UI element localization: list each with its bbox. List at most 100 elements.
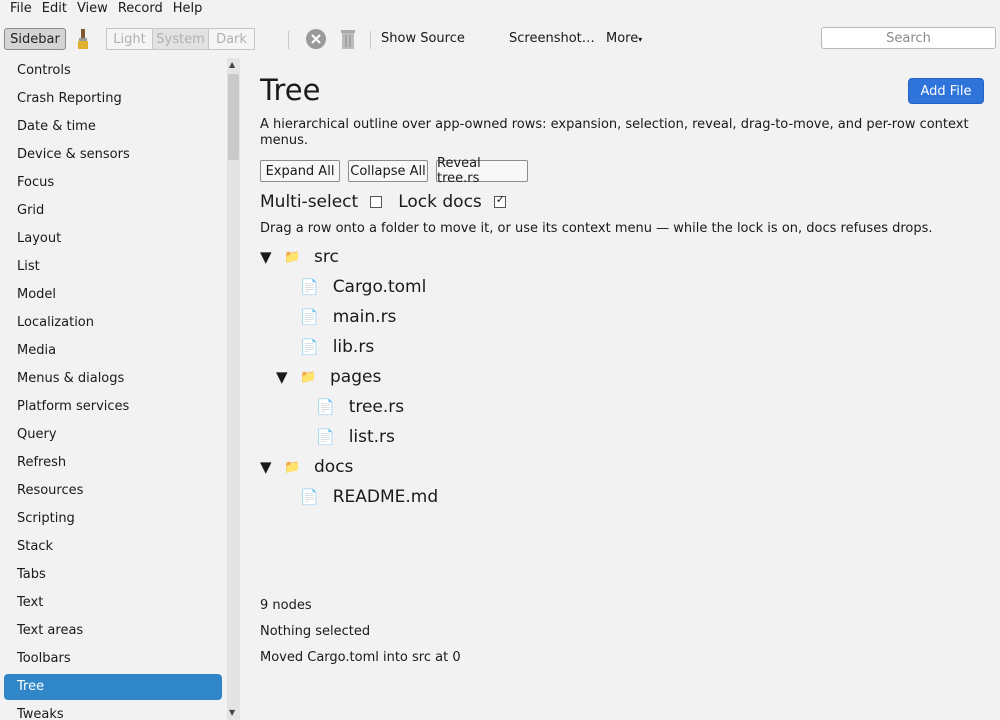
sidebar-item-controls[interactable]: Controls <box>4 58 222 84</box>
sidebar-item-platform-services[interactable]: Platform services <box>4 394 222 420</box>
sidebar-item-text[interactable]: Text <box>4 590 222 616</box>
multi-select-checkbox[interactable] <box>370 196 383 208</box>
sidebar-item-query[interactable]: Query <box>4 422 222 448</box>
selection-status: Nothing selected <box>260 624 371 639</box>
tree-row-label: Cargo.toml <box>332 277 427 297</box>
folder-icon: 📁 <box>284 249 301 265</box>
sidebar-item-text-areas[interactable]: Text areas <box>4 618 222 644</box>
tree-row-cargo-toml[interactable]: 📄 Cargo.toml <box>300 272 426 302</box>
toolbar-divider <box>370 31 371 49</box>
screenshot-button[interactable]: Screenshot… <box>509 30 595 48</box>
tree-row-readme-md[interactable]: 📄 README.md <box>300 482 438 512</box>
reveal-button[interactable]: Reveal tree.rs <box>436 156 528 186</box>
stop-button[interactable] <box>303 28 329 50</box>
tree-row-list-rs[interactable]: 📄 list.rs <box>316 422 395 452</box>
menu-file[interactable]: File <box>0 0 37 18</box>
tree-row-label: main.rs <box>332 307 397 327</box>
file-icon: 📄 <box>300 308 319 326</box>
tree-row-label: lib.rs <box>332 337 375 357</box>
collapse-all-button[interactable]: Collapse All <box>348 160 428 182</box>
show-source-button[interactable]: Show Source <box>381 30 465 48</box>
options-row: Multi-select Lock docs ✓ <box>260 190 522 214</box>
sidebar-item-grid[interactable]: Grid <box>4 198 222 224</box>
search-input[interactable] <box>821 27 996 49</box>
theme-dark-segment[interactable]: Dark <box>208 28 255 50</box>
tree-row-tree-rs[interactable]: 📄 tree.rs <box>316 392 404 422</box>
more-menu-button[interactable]: More▾ <box>606 30 642 49</box>
more-label: More <box>606 31 639 46</box>
disclosure-triangle-icon[interactable]: ▼ <box>276 368 292 386</box>
theme-system-segment[interactable]: System <box>152 28 209 50</box>
sidebar-item-localization[interactable]: Localization <box>4 310 222 336</box>
sidebar-toggle-button[interactable]: Sidebar <box>4 28 66 50</box>
disclosure-triangle-icon[interactable]: ▼ <box>260 458 276 476</box>
tree-row-label: README.md <box>332 487 439 507</box>
menu-edit[interactable]: Edit <box>37 0 72 18</box>
chevron-down-icon: ▾ <box>638 35 643 44</box>
sidebar-item-focus[interactable]: Focus <box>4 170 222 196</box>
sidebar-item-layout[interactable]: Layout <box>4 226 222 252</box>
scroll-down-arrow-icon[interactable]: ▼ <box>229 708 235 717</box>
sidebar-item-device-sensors[interactable]: Device & sensors <box>4 142 222 168</box>
folder-icon: 📁 <box>284 459 301 475</box>
sidebar-item-toolbars[interactable]: Toolbars <box>4 646 222 672</box>
node-count: 9 nodes <box>260 598 312 613</box>
stop-icon <box>306 29 326 49</box>
tree-row-docs[interactable]: ▼ 📁 docs <box>260 452 353 482</box>
sidebar-item-media[interactable]: Media <box>4 338 222 364</box>
tree-row-label: src <box>314 247 339 267</box>
sidebar-item-scripting[interactable]: Scripting <box>4 506 222 532</box>
page-title: Tree <box>260 73 321 107</box>
theme-light-segment[interactable]: Light <box>106 28 153 50</box>
tree-row-src[interactable]: ▼ 📁 src <box>260 242 339 272</box>
tree-row-label: pages <box>330 367 382 387</box>
add-file-button[interactable]: Add File <box>908 78 984 104</box>
sidebar-item-model[interactable]: Model <box>4 282 222 308</box>
trash-button[interactable] <box>336 28 360 50</box>
sidebar-item-tabs[interactable]: Tabs <box>4 562 222 588</box>
file-icon: 📄 <box>300 488 319 506</box>
sidebar-scrollbar[interactable]: ▲ ▼ <box>227 58 240 720</box>
tree-row-label: list.rs <box>348 427 395 447</box>
sidebar-item-resources[interactable]: Resources <box>4 478 222 504</box>
disclosure-triangle-icon[interactable]: ▼ <box>260 248 276 266</box>
paintbrush-icon <box>78 29 88 49</box>
folder-icon: 📁 <box>300 369 317 385</box>
expand-all-button[interactable]: Expand All <box>260 160 340 182</box>
main-content: Tree Add File A hierarchical outline ove… <box>240 58 1000 720</box>
menu-help[interactable]: Help <box>168 0 208 18</box>
file-icon: 📄 <box>316 398 335 416</box>
sidebar-item-date-time[interactable]: Date & time <box>4 114 222 140</box>
checkmark-icon: ✓ <box>495 193 505 206</box>
menu-view[interactable]: View <box>72 0 113 18</box>
paintbrush-button[interactable] <box>72 28 94 50</box>
file-icon: 📄 <box>300 278 319 296</box>
sidebar-item-refresh[interactable]: Refresh <box>4 450 222 476</box>
lock-docs-label: Lock docs <box>398 192 482 212</box>
sidebar: Controls Crash Reporting Date & time Dev… <box>0 58 227 720</box>
scroll-thumb[interactable] <box>228 74 239 160</box>
sidebar-item-tweaks[interactable]: Tweaks <box>4 702 222 720</box>
last-action-status: Moved Cargo.toml into src at 0 <box>260 650 461 665</box>
tree-row-label: tree.rs <box>348 397 405 417</box>
tree-row-lib-rs[interactable]: 📄 lib.rs <box>300 332 374 362</box>
sidebar-item-crash-reporting[interactable]: Crash Reporting <box>4 86 222 112</box>
lock-docs-checkbox[interactable]: ✓ <box>493 193 506 208</box>
drag-hint: Drag a row onto a folder to move it, or … <box>260 221 933 236</box>
tree-row-label: docs <box>314 457 354 477</box>
scroll-up-arrow-icon[interactable]: ▲ <box>229 60 235 69</box>
toolbar: Sidebar Light System Dark Show Source Sc… <box>0 22 1000 56</box>
menu-record[interactable]: Record <box>113 0 168 18</box>
file-icon: 📄 <box>300 338 319 356</box>
sidebar-item-menus-dialogs[interactable]: Menus & dialogs <box>4 366 222 392</box>
multi-select-label: Multi-select <box>260 192 359 212</box>
sidebar-item-stack[interactable]: Stack <box>4 534 222 560</box>
sidebar-item-list[interactable]: List <box>4 254 222 280</box>
file-icon: 📄 <box>316 428 335 446</box>
sidebar-item-tree[interactable]: Tree <box>4 674 222 700</box>
trash-icon <box>341 30 355 49</box>
tree-row-main-rs[interactable]: 📄 main.rs <box>300 302 396 332</box>
menu-bar: File Edit View Record Help <box>0 0 1000 18</box>
theme-segmented-control: Light System Dark <box>106 28 255 50</box>
tree-row-pages[interactable]: ▼ 📁 pages <box>276 362 381 392</box>
